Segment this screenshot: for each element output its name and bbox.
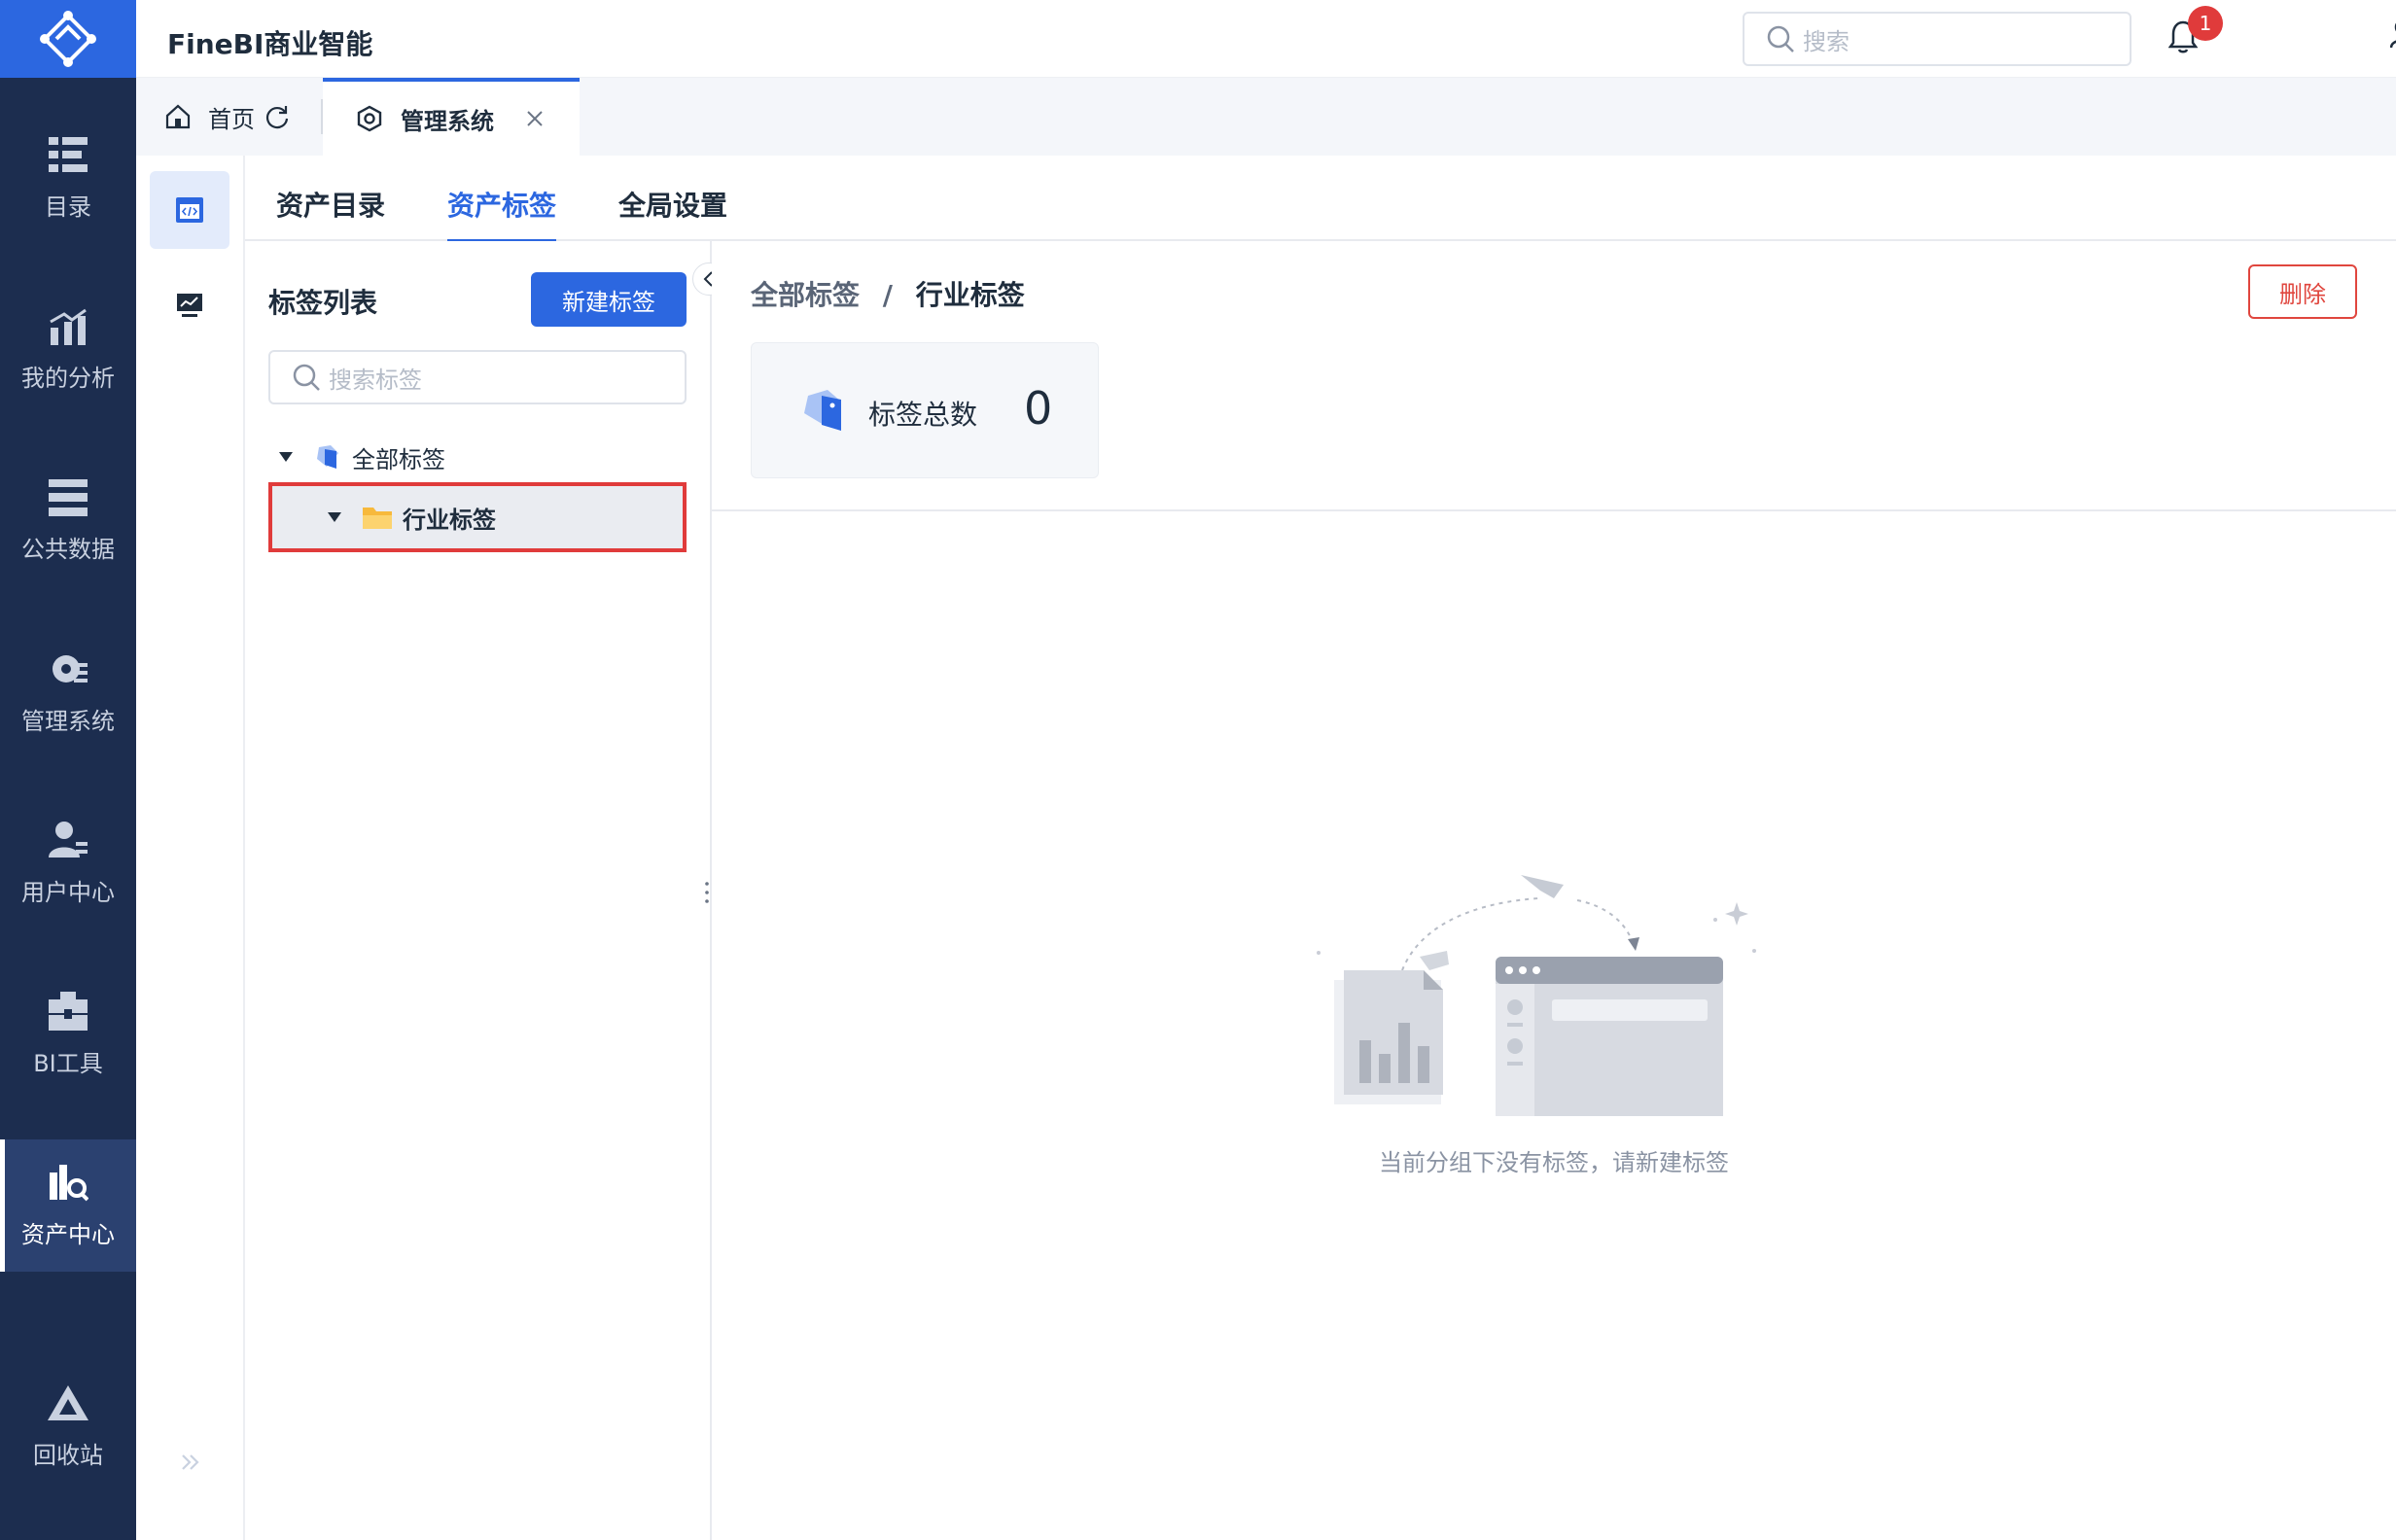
sidebar-item-label: 回收站 — [33, 1441, 103, 1469]
sidebar-item-bi-tools[interactable]: BI工具 — [0, 968, 136, 1101]
sidebar-item-label: 公共数据 — [21, 535, 115, 563]
sidebar-item-label: 用户中心 — [21, 878, 115, 906]
tree-node-industry-tags[interactable]: 行业标签 — [268, 482, 687, 552]
tab-asset-catalog[interactable]: 资产目录 — [276, 185, 385, 239]
sidebar-item-recycle-bin[interactable]: 回收站 — [0, 1361, 136, 1493]
analysis-icon — [50, 308, 87, 345]
tag-detail-panel: 全部标签 / 行业标签 删除 标签总数 0 当前分组下没有标签，请新建标签 — [712, 241, 2396, 1540]
app-title: FineBI商业智能 — [167, 28, 373, 60]
tree-node-label: 全部标签 — [352, 445, 445, 473]
tree-node-label: 行业标签 — [403, 506, 496, 534]
sidebar-item-catalog[interactable]: 目录 — [0, 113, 136, 245]
refresh-icon[interactable] — [264, 104, 290, 129]
sidebar-item-my-analysis[interactable]: 我的分析 — [0, 284, 136, 416]
logo-icon — [40, 11, 96, 67]
user-avatar-icon — [2390, 22, 2396, 49]
section-divider — [712, 509, 2396, 511]
search-placeholder: 搜索 — [1803, 27, 1850, 55]
new-tag-button[interactable]: 新建标签 — [531, 272, 687, 327]
sidebar-item-public-data[interactable]: 公共数据 — [0, 455, 136, 587]
close-icon[interactable] — [525, 109, 545, 128]
breadcrumb-current: 行业标签 — [915, 279, 1025, 311]
code-window-icon — [176, 197, 203, 223]
monitor-chart-icon — [177, 294, 202, 317]
notification-badge: 1 — [2188, 6, 2223, 41]
empty-state-text: 当前分组下没有标签，请新建标签 — [1379, 1149, 1729, 1176]
tab-bar: 首页 管理系统 — [136, 78, 2396, 156]
breadcrumb-separator: / — [882, 279, 893, 311]
tag-search-input[interactable]: 搜索标签 — [268, 350, 687, 404]
panel-title: 标签列表 — [268, 287, 378, 319]
folder-icon — [363, 508, 392, 529]
toolbox-icon — [49, 991, 88, 1031]
sidebar-item-label: 管理系统 — [21, 707, 115, 735]
tag-list-panel: 标签列表 新建标签 搜索标签 全部标签 行业标签 — [245, 241, 725, 1540]
sidebar-item-label: 目录 — [45, 192, 91, 221]
settings-hex-icon — [357, 105, 382, 132]
sub-rail — [136, 156, 245, 1540]
app-logo[interactable] — [0, 0, 136, 78]
delete-button[interactable]: 删除 — [2248, 264, 2357, 319]
search-icon — [293, 364, 320, 391]
sidebar-item-label: 资产中心 — [21, 1220, 115, 1248]
empty-state-illustration — [1317, 875, 1756, 1116]
caret-down-icon[interactable] — [327, 511, 342, 523]
tag-count-value: 0 — [1024, 382, 1053, 435]
user-icon — [49, 821, 88, 858]
sidebar-item-asset-center[interactable]: 资产中心 — [0, 1139, 136, 1272]
tag-icon — [804, 390, 841, 431]
recycle-icon — [48, 1384, 88, 1420]
user-menu[interactable]: 1 — [2390, 19, 2396, 49]
sidebar-item-user-center[interactable]: 用户中心 — [0, 797, 136, 929]
subrail-asset-button[interactable] — [150, 171, 229, 249]
tab-asset-tags[interactable]: 资产标签 — [447, 185, 557, 243]
breadcrumb-root[interactable]: 全部标签 — [751, 279, 860, 311]
caret-down-icon[interactable] — [278, 451, 294, 463]
tab-home[interactable]: 首页 — [165, 78, 290, 156]
breadcrumb: 全部标签 / 行业标签 — [751, 274, 1025, 313]
double-chevron-right-icon[interactable] — [179, 1451, 202, 1474]
tab-admin-label: 管理系统 — [401, 107, 494, 135]
sidebar-item-admin[interactable]: 管理系统 — [0, 626, 136, 758]
subrail-monitor-button[interactable] — [150, 266, 229, 344]
tag-icon — [317, 445, 338, 469]
search-icon — [1767, 25, 1794, 52]
tab-admin-system[interactable]: 管理系统 — [323, 78, 580, 156]
global-search-input[interactable]: 搜索 — [1743, 12, 2132, 66]
database-icon — [49, 478, 88, 516]
tag-count-card: 标签总数 0 — [751, 342, 1099, 478]
sidebar: 目录 我的分析 公共数据 管理系统 用户中心 BI工具 资产中心 回收站 — [0, 0, 136, 1540]
asset-search-icon — [50, 1164, 88, 1201]
sidebar-item-label: 我的分析 — [21, 364, 115, 392]
tab-home-label: 首页 — [208, 105, 255, 133]
gear-icon — [53, 654, 88, 682]
asset-top-nav: 资产目录 资产标签 全局设置 — [245, 156, 2396, 243]
tag-search-placeholder: 搜索标签 — [329, 366, 422, 394]
catalog-icon — [49, 136, 88, 172]
sidebar-item-label: BI工具 — [33, 1049, 103, 1077]
tag-count-label: 标签总数 — [868, 399, 978, 431]
tree-node-all-tags[interactable]: 全部标签 — [268, 430, 445, 484]
home-icon — [165, 104, 191, 129]
tab-global-settings[interactable]: 全局设置 — [618, 185, 727, 239]
app-header: FineBI商业智能 搜索 1 1 — [136, 0, 2396, 78]
